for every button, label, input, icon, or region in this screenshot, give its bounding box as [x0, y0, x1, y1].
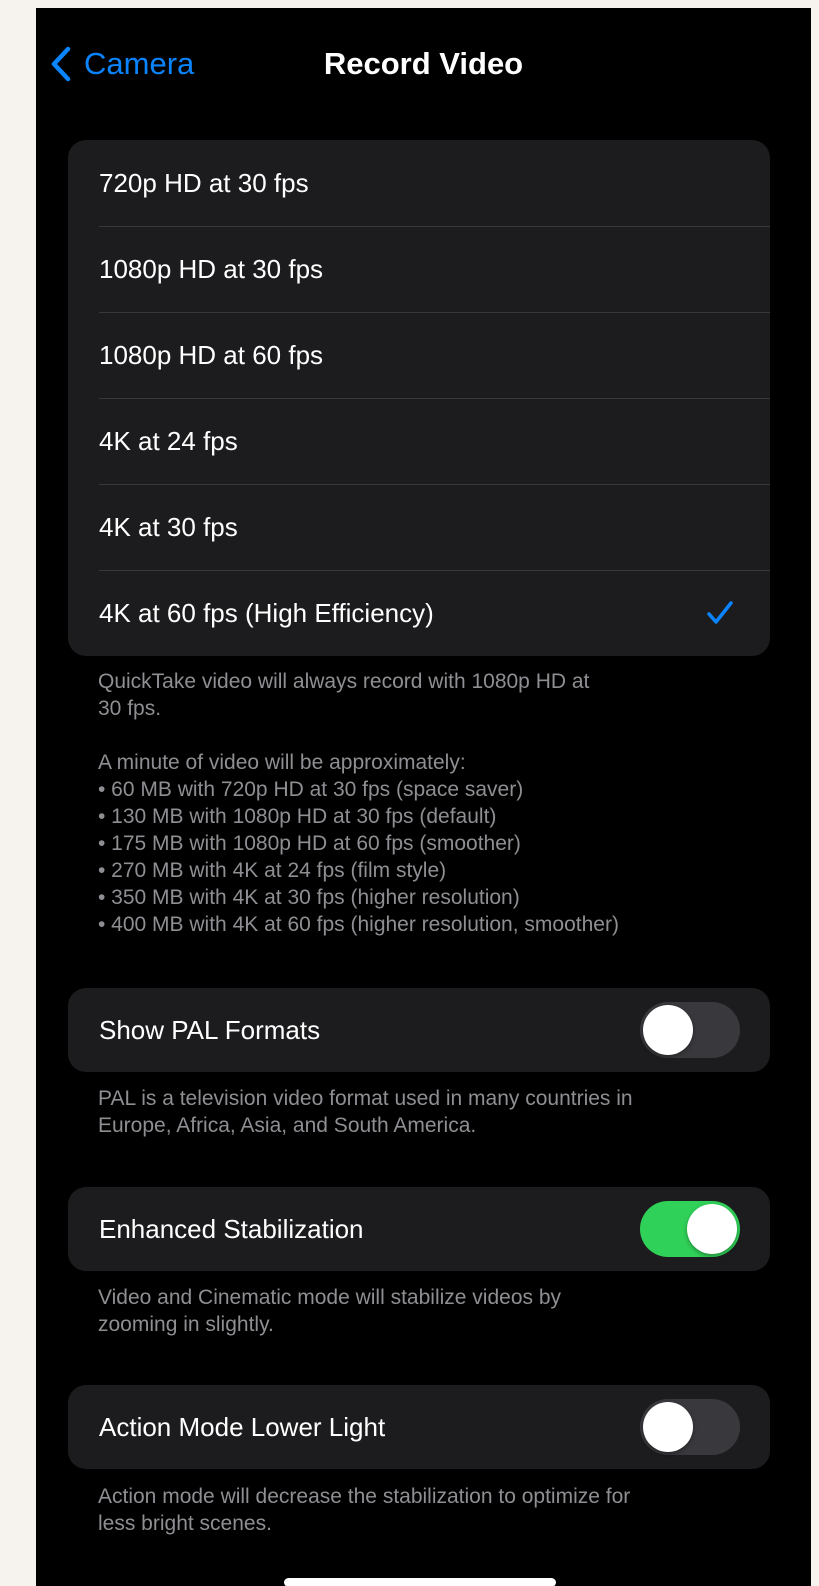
toggle-knob	[687, 1204, 737, 1254]
stabilization-footnote: Video and Cinematic mode will stabilize …	[98, 1284, 758, 1338]
footnote-line: Action mode will decrease the stabilizat…	[98, 1485, 631, 1508]
format-option[interactable]: 4K at 30 fps	[68, 484, 770, 570]
footnote-line: • 400 MB with 4K at 60 fps (higher resol…	[98, 913, 619, 936]
stabilization-row: Enhanced Stabilization	[68, 1187, 770, 1271]
footnote-line: • 175 MB with 1080p HD at 60 fps (smooth…	[98, 832, 521, 855]
format-option-label: 1080p HD at 30 fps	[99, 253, 324, 284]
checkmark-icon	[706, 600, 734, 633]
footnote-line: Europe, Africa, Asia, and South America.	[98, 1114, 477, 1137]
action-mode-toggle[interactable]	[640, 1399, 740, 1455]
format-option-label: 720p HD at 30 fps	[99, 167, 309, 198]
size-estimates-footnote: A minute of video will be approximately:…	[98, 749, 758, 938]
quicktake-footnote: QuickTake video will always record with …	[98, 668, 758, 722]
format-option-selected[interactable]: 4K at 60 fps (High Efficiency)	[68, 570, 770, 656]
back-button-label: Camera	[84, 46, 195, 81]
format-option[interactable]: 4K at 24 fps	[68, 398, 770, 484]
format-option-label: 4K at 24 fps	[99, 425, 238, 456]
footnote-line: 30 fps.	[98, 697, 162, 720]
format-option[interactable]: 1080p HD at 30 fps	[68, 226, 770, 312]
pal-formats-toggle[interactable]	[640, 1002, 740, 1058]
footnote-line: less bright scenes.	[98, 1512, 272, 1535]
footnote-line: zooming in slightly.	[98, 1313, 274, 1336]
format-option-label: 4K at 30 fps	[99, 511, 238, 542]
format-option-label: 1080p HD at 60 fps	[99, 339, 324, 370]
toggle-knob	[643, 1005, 693, 1055]
footnote-line: • 350 MB with 4K at 30 fps (higher resol…	[98, 886, 520, 909]
stabilization-toggle[interactable]	[640, 1201, 740, 1257]
footnote-line: QuickTake video will always record with …	[98, 670, 590, 693]
stabilization-card: Enhanced Stabilization	[68, 1187, 770, 1271]
action-mode-card: Action Mode Lower Light	[68, 1385, 770, 1469]
footnote-line: • 270 MB with 4K at 24 fps (film style)	[98, 859, 447, 882]
pal-formats-card: Show PAL Formats	[68, 988, 770, 1072]
format-option[interactable]: 720p HD at 30 fps	[68, 140, 770, 226]
format-options-list: 720p HD at 30 fps 1080p HD at 30 fps 108…	[68, 140, 770, 656]
footnote-line: Video and Cinematic mode will stabilize …	[98, 1286, 562, 1309]
action-mode-footnote: Action mode will decrease the stabilizat…	[98, 1483, 758, 1537]
footnote-line: PAL is a television video format used in…	[98, 1087, 633, 1110]
footnote-line: A minute of video will be approximately:	[98, 751, 466, 774]
chevron-left-icon	[50, 46, 72, 82]
action-mode-row: Action Mode Lower Light	[68, 1385, 770, 1469]
pal-footnote: PAL is a television video format used in…	[98, 1085, 758, 1139]
settings-screen: Record Video Camera 720p HD at 30 fps 10…	[36, 8, 811, 1586]
back-button[interactable]: Camera	[50, 42, 194, 86]
format-option-label: 4K at 60 fps (High Efficiency)	[99, 597, 434, 628]
home-indicator[interactable]	[284, 1578, 556, 1586]
pal-formats-row: Show PAL Formats	[68, 988, 770, 1072]
footnote-line: • 130 MB with 1080p HD at 30 fps (defaul…	[98, 805, 497, 828]
footnote-line: • 60 MB with 720p HD at 30 fps (space sa…	[98, 778, 524, 801]
format-option[interactable]: 1080p HD at 60 fps	[68, 312, 770, 398]
toggle-knob	[643, 1402, 693, 1452]
